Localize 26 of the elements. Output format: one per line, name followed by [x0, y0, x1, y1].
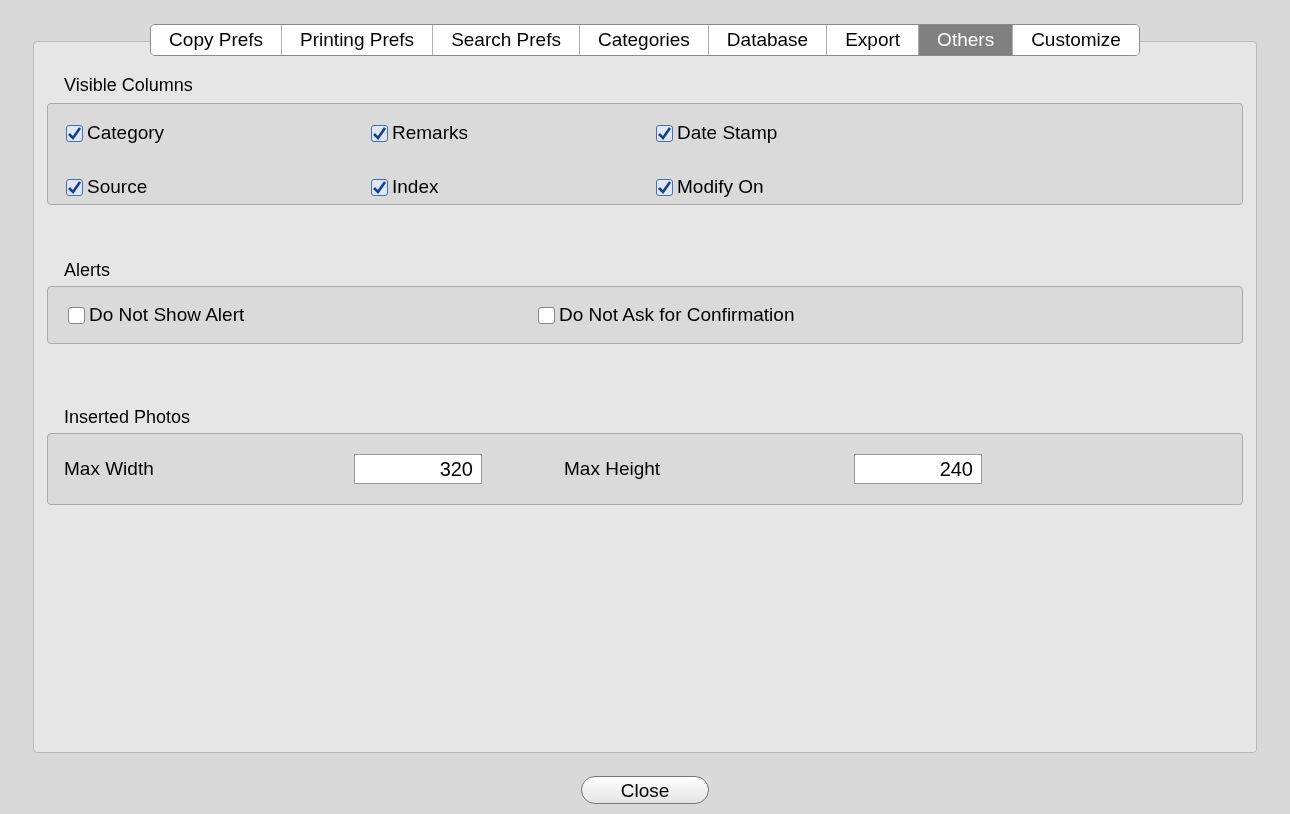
section-title: Visible Columns [63, 74, 194, 97]
checkbox-label: Remarks [392, 120, 468, 145]
checkbox-label: Category [87, 120, 165, 145]
checkbox-label: Do Not Show Alert [89, 302, 245, 327]
checkbox-label: Date Stamp [677, 120, 778, 145]
checkbox-label: Do Not Ask for Confirmation [559, 302, 795, 327]
checkbox[interactable] [68, 306, 85, 324]
checkbox[interactable] [66, 124, 83, 142]
checkbox-label: Modify On [677, 174, 764, 199]
section-title: Alerts [63, 259, 111, 282]
field-label: Max Height [564, 456, 662, 481]
checkbox[interactable] [371, 124, 388, 142]
checkbox-label: Source [87, 174, 148, 199]
checkbox[interactable] [538, 306, 555, 324]
number-field[interactable]: 320 [354, 454, 482, 484]
close-button[interactable]: Close [581, 776, 709, 804]
checkbox[interactable] [656, 124, 673, 142]
field-label: Max Width [64, 456, 155, 481]
checkbox-label: Index [392, 174, 439, 199]
tab[interactable]: Customize [1012, 25, 1139, 55]
section-title: Inserted Photos [63, 406, 192, 429]
number-field[interactable]: 240 [854, 454, 982, 484]
checkbox[interactable] [656, 178, 673, 196]
checkbox[interactable] [66, 178, 83, 196]
tab[interactable]: Others [918, 25, 1013, 55]
checkbox[interactable] [371, 178, 388, 196]
